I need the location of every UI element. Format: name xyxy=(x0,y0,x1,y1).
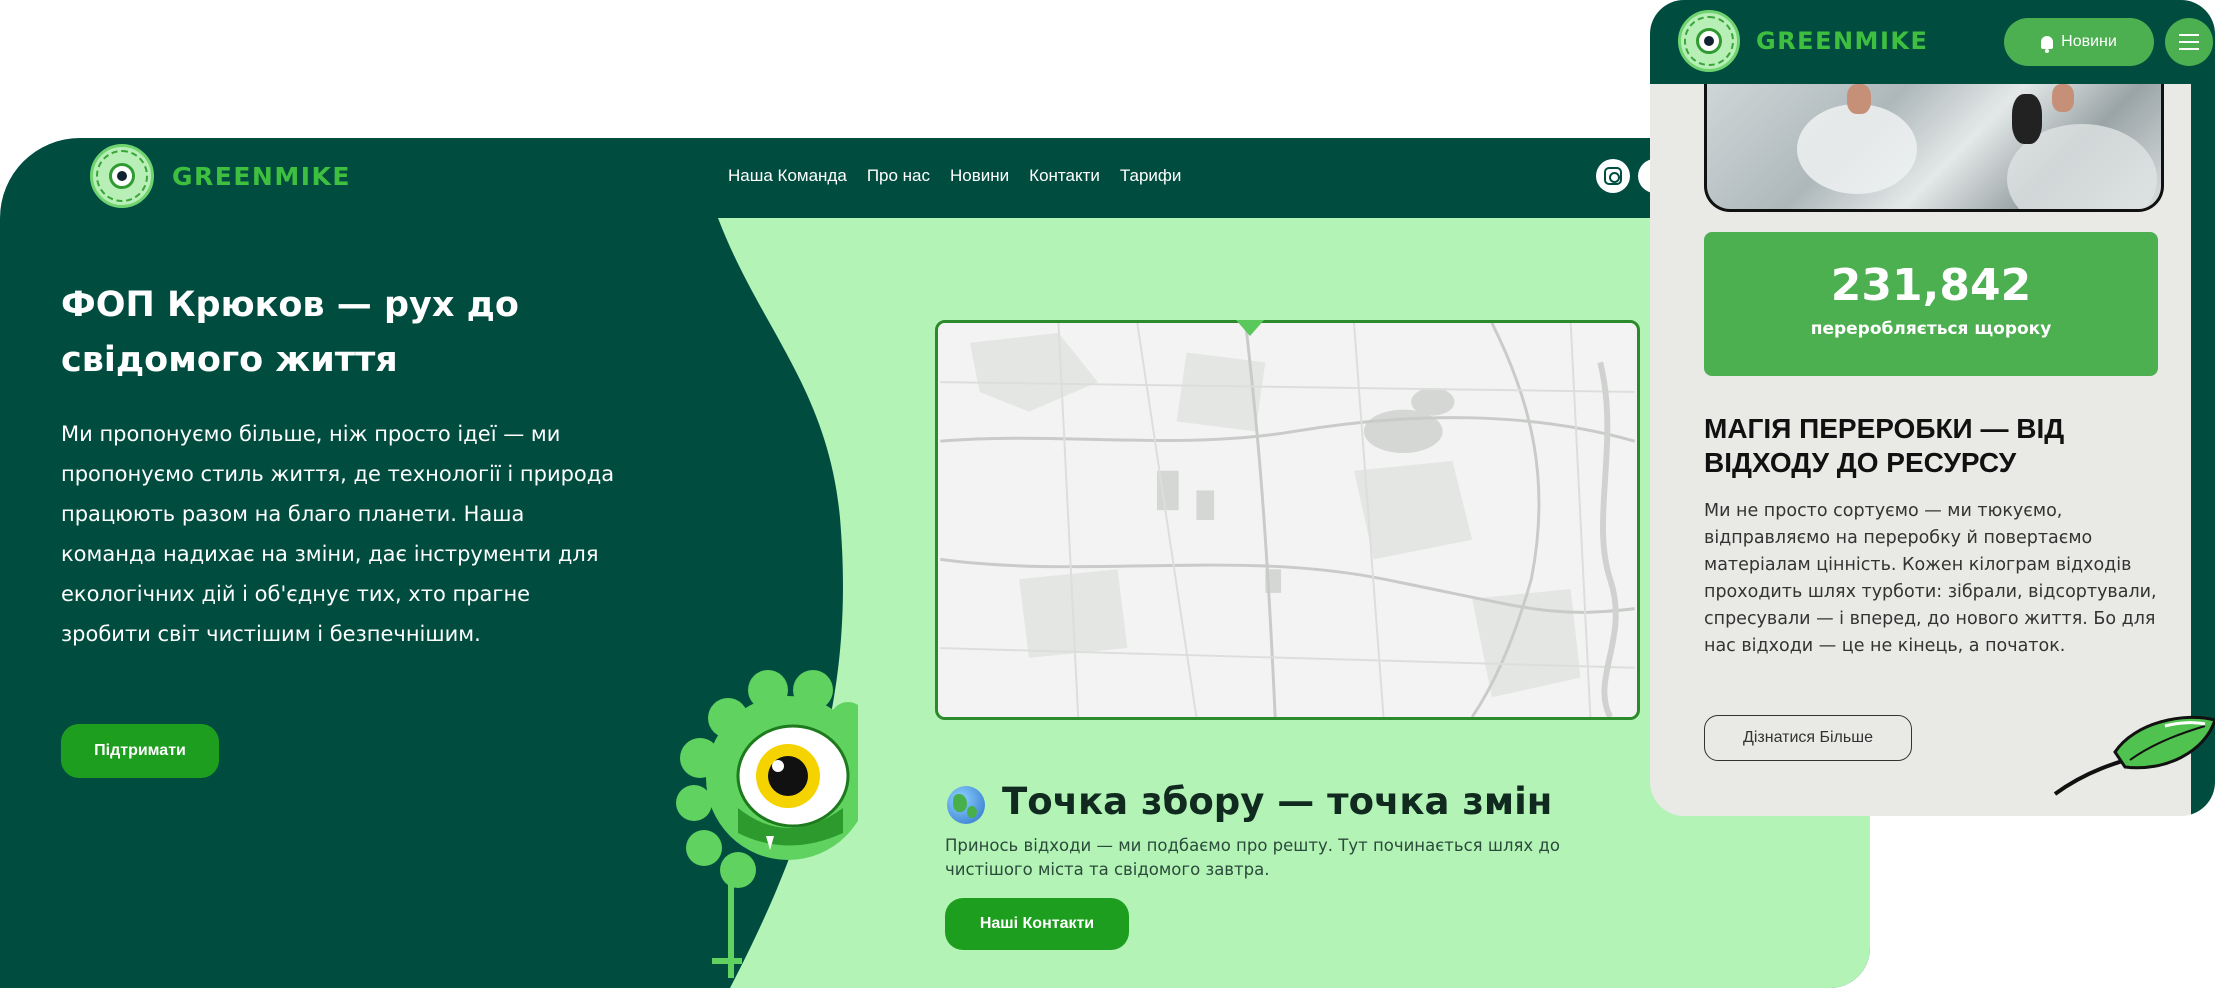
mobile-side-strip xyxy=(2191,84,2215,816)
nav-item-contacts[interactable]: Контакти xyxy=(1029,166,1100,186)
bell-icon xyxy=(2041,35,2054,53)
main-menu: Наша Команда Про нас Новини Контакти Тар… xyxy=(728,166,1181,186)
desktop-navbar: GREENMIKE Наша Команда Про нас Новини Ко… xyxy=(0,138,1870,218)
mobile-brand-name: GREENMIKE xyxy=(1756,27,1929,55)
map-pin-icon xyxy=(1236,320,1264,336)
mobile-preview: GREENMIKE Новини 231,842 переробляється … xyxy=(1650,0,2215,816)
nav-item-news[interactable]: Новини xyxy=(950,166,1009,186)
brand-name: GREENMIKE xyxy=(172,161,351,191)
monster-icon xyxy=(676,670,858,978)
hero-description: Ми пропонуємо більше, ніж просто ідеї — … xyxy=(61,422,615,646)
recycling-photo xyxy=(1704,84,2164,212)
collection-point-map[interactable] xyxy=(935,320,1640,720)
brand-logo[interactable]: GREENMIKE xyxy=(90,144,351,208)
collection-point-description: Принось відходи — ми подбаємо про решту.… xyxy=(945,836,1560,879)
logo-badge-icon xyxy=(90,144,154,208)
hero-title: ФОП Крюков — рух до свідомого життя xyxy=(61,285,519,380)
news-button-label: Новини xyxy=(2061,33,2117,50)
hamburger-icon[interactable] xyxy=(2165,18,2213,66)
stat-label: переробляється щороку xyxy=(1810,319,2052,339)
mobile-header: GREENMIKE Новини xyxy=(1650,0,2215,84)
recycling-stat-card: 231,842 переробляється щороку xyxy=(1704,232,2158,376)
instagram-icon[interactable] xyxy=(1596,159,1630,193)
nav-item-team[interactable]: Наша Команда xyxy=(728,166,847,186)
mobile-brand-logo[interactable]: GREENMIKE xyxy=(1678,10,1928,72)
logo-badge-icon xyxy=(1678,10,1740,72)
leaf-icon xyxy=(2053,715,2215,796)
page: GREENMIKE Наша Команда Про нас Новини Ко… xyxy=(0,0,2240,988)
globe-icon xyxy=(947,786,985,824)
contacts-button[interactable]: Наші Контакти xyxy=(945,898,1129,950)
recycling-section-text: Ми не просто сортуємо — ми тюкуємо, відп… xyxy=(1704,501,2157,656)
stat-value: 231,842 xyxy=(1830,260,2032,311)
support-button[interactable]: Підтримати xyxy=(61,724,219,778)
desktop-preview: GREENMIKE Наша Команда Про нас Новини Ко… xyxy=(0,138,1870,988)
nav-item-about[interactable]: Про нас xyxy=(867,166,930,186)
recycling-section-title: МАГІЯ ПЕРЕРОБКИ — ВІД ВІДХОДУ ДО РЕСУРСУ xyxy=(1704,413,2065,478)
collection-point-title: Точка збору — точка змін xyxy=(1002,780,1553,823)
news-button[interactable]: Новини xyxy=(2004,18,2154,66)
nav-item-pricing[interactable]: Тарифи xyxy=(1120,166,1182,186)
learn-more-button[interactable]: Дізнатися Більше xyxy=(1704,715,1912,761)
